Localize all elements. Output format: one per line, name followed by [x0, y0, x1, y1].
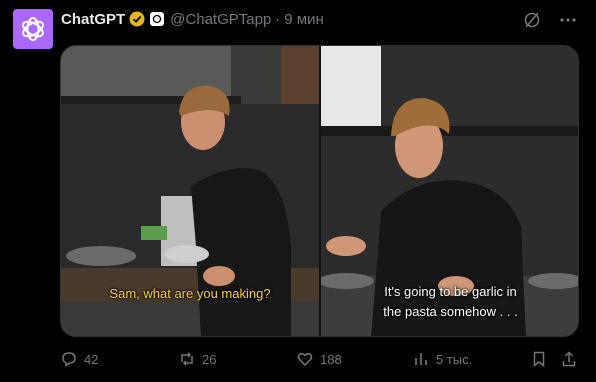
post-time[interactable]: 9 мин [284, 11, 324, 28]
author-handle[interactable]: @ChatGPTapp [170, 11, 271, 28]
reply-count: 42 [84, 351, 99, 367]
share-icon [562, 351, 576, 367]
caption-right: It's going to be garlic in the pasta som… [321, 282, 578, 322]
post-header: ChatGPT @ChatGPTapp · 9 мин [61, 9, 324, 29]
author-name[interactable]: ChatGPT [61, 11, 125, 28]
post-actions: 42 26 188 5 тыс. [60, 348, 585, 370]
reply-icon [62, 352, 76, 367]
more-options-icon[interactable] [558, 10, 578, 30]
heart-icon [297, 352, 313, 367]
like-count: 188 [320, 351, 342, 367]
views-count: 5 тыс. [436, 351, 473, 367]
bookmark-icon [533, 351, 545, 368]
repost-count: 26 [202, 351, 217, 367]
header-actions [522, 10, 578, 30]
bookmark-button[interactable] [530, 350, 548, 368]
share-button[interactable] [560, 350, 578, 368]
bar-chart-icon [415, 353, 427, 365]
repost-button[interactable]: 26 [178, 350, 216, 368]
caption-right-line2: the pasta somehow . . . [383, 304, 518, 319]
avatar[interactable] [13, 9, 53, 49]
repost-icon [181, 352, 193, 366]
separator-dot: · [275, 10, 281, 28]
views-button[interactable]: 5 тыс. [412, 350, 472, 368]
reply-button[interactable]: 42 [60, 350, 98, 368]
like-button[interactable]: 188 [296, 350, 342, 368]
affiliate-badge-icon[interactable] [150, 12, 165, 26]
caption-right-line1: It's going to be garlic in [384, 284, 517, 299]
grok-icon[interactable] [522, 10, 542, 30]
media-container[interactable]: Sam, what are you making? It's going to … [60, 45, 579, 337]
verified-badge-icon[interactable] [129, 11, 145, 27]
openai-logo-icon [22, 17, 44, 41]
caption-left: Sam, what are you making? [109, 286, 271, 301]
